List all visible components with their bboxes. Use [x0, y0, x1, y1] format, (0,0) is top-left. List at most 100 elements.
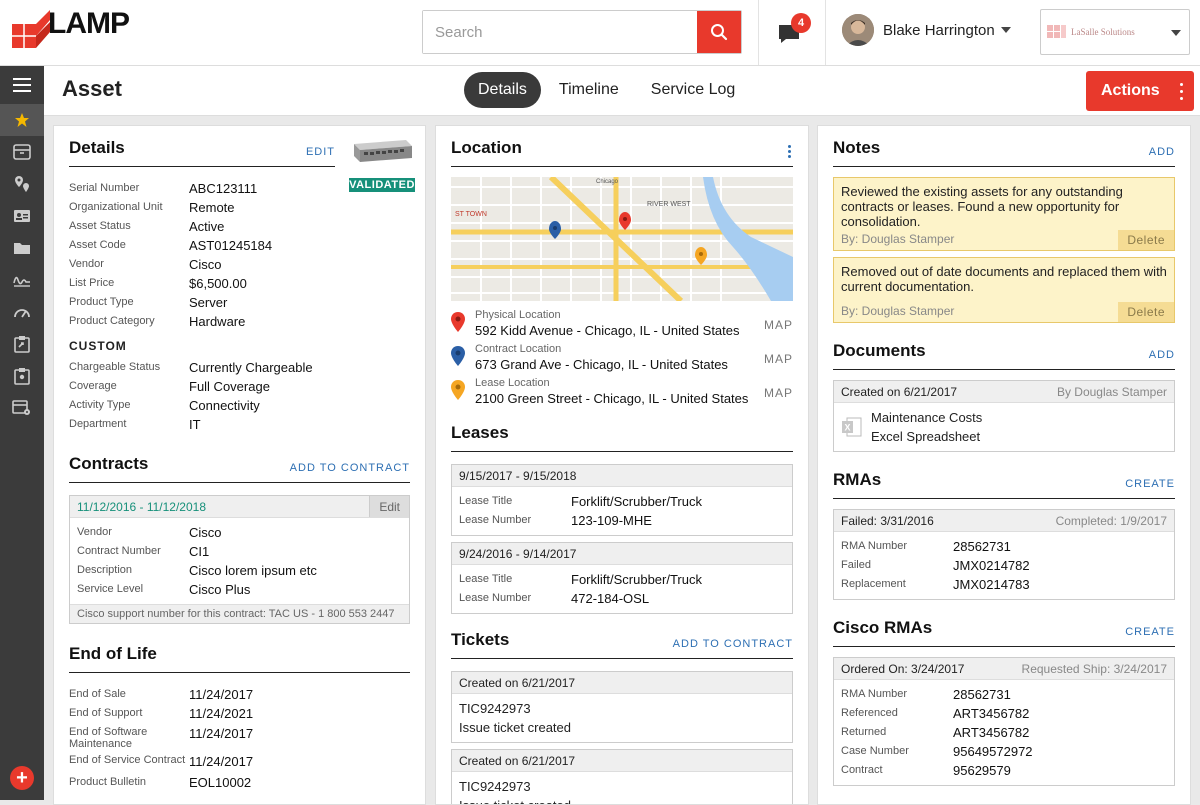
ticket-description: Issue ticket created [459, 796, 785, 804]
add-new-button[interactable]: + [10, 766, 34, 790]
field-row: Lease Title Forklift/Scrubber/Truck [459, 570, 785, 589]
field-value: 28562731 [953, 539, 1011, 554]
field-label: Lease Number [459, 514, 532, 526]
field-row: RMA Number 28562731 [841, 537, 1167, 556]
field-label: Returned [841, 726, 887, 738]
star-icon [15, 113, 29, 127]
field-value: 11/24/2017 [189, 754, 254, 769]
sidebar-item-locations[interactable] [0, 168, 44, 200]
field-row: Lease Number 472-184-OSL [459, 589, 785, 608]
map-pin-blue-icon [451, 346, 465, 366]
edit-details-link[interactable]: EDIT [306, 146, 335, 158]
document-created: Created on 6/21/2017 [841, 385, 958, 399]
add-document-link[interactable]: ADD [1149, 349, 1175, 361]
search-icon [711, 24, 728, 41]
field-label: Failed [841, 559, 871, 571]
cisco-rma-card[interactable]: Ordered On: 3/24/2017 Requested Ship: 3/… [833, 657, 1175, 786]
add-note-link[interactable]: ADD [1149, 146, 1175, 158]
user-menu[interactable]: Blake Harrington [842, 14, 1011, 46]
location-map[interactable]: ST TOWN RIVER WEST Chicago [451, 177, 793, 301]
ticket-created: Created on 6/21/2017 [459, 676, 576, 690]
cisco-rmas-section: Cisco RMAs CREATE Ordered On: 3/24/2017 … [833, 618, 1175, 786]
menu-toggle-button[interactable] [0, 66, 44, 104]
clipboard-pin-icon [14, 368, 30, 385]
sidebar-item-favorites[interactable] [0, 104, 44, 136]
sidebar-item-dashboard[interactable] [0, 296, 44, 328]
tab-timeline[interactable]: Timeline [545, 72, 633, 108]
ticket-card[interactable]: Created on 6/21/2017 TIC9242973 Issue ti… [451, 749, 793, 804]
tab-details[interactable]: Details [464, 72, 541, 108]
rma-card[interactable]: Failed: 3/31/2016 Completed: 1/9/2017 RM… [833, 509, 1175, 600]
add-ticket-link[interactable]: ADD TO CONTRACT [673, 638, 793, 650]
ticket-id: TIC9242973 [459, 701, 531, 716]
field-label: Lease Title [459, 573, 513, 585]
map-link[interactable]: MAP [764, 352, 793, 366]
page-header: Asset Details Timeline Service Log Actio… [44, 66, 1200, 116]
edit-contract-button[interactable]: Edit [369, 496, 409, 517]
map-link[interactable]: MAP [764, 318, 793, 332]
field-label: Case Number [841, 745, 909, 757]
field-value: JMX0214782 [953, 558, 1030, 573]
sidebar-item-contacts[interactable] [0, 200, 44, 232]
field-row: Vendor Cisco [69, 255, 410, 274]
field-value: 28562731 [953, 687, 1011, 702]
serial-number-link[interactable]: ABC123111 [189, 179, 257, 198]
notifications-button[interactable]: 4 [775, 13, 811, 46]
physical-location-link[interactable]: 592 Kidd Avenue - Chicago, IL - United S… [475, 322, 740, 339]
avatar [842, 14, 874, 46]
actions-label: Actions [1101, 82, 1160, 99]
create-cisco-rma-link[interactable]: CREATE [1125, 626, 1175, 638]
field-value: Cisco [189, 525, 222, 540]
sidebar-item-folders[interactable] [0, 232, 44, 264]
contract-number-link[interactable]: CI1 [189, 542, 209, 561]
sidebar-item-site-tasks[interactable] [0, 360, 44, 392]
gauge-icon [14, 309, 30, 318]
ticket-card[interactable]: Created on 6/21/2017 TIC9242973 Issue ti… [451, 671, 793, 743]
sidebar-item-settings[interactable] [0, 392, 44, 424]
field-value: Forklift/Scrubber/Truck [571, 494, 702, 509]
document-card[interactable]: Created on 6/21/2017 By Douglas Stamper … [833, 380, 1175, 452]
field-label: Lease Number [459, 592, 532, 604]
field-value: 95629579 [953, 763, 1011, 778]
network-switch-icon [354, 140, 412, 162]
lamp-logo[interactable]: LAMP [12, 7, 130, 50]
sidebar-item-contracts[interactable] [0, 264, 44, 296]
lease-card[interactable]: 9/15/2017 - 9/15/2018 Lease Title Forklif… [451, 464, 793, 536]
delete-note-button[interactable]: Delete [1118, 302, 1174, 322]
field-label: Product Category [69, 315, 155, 327]
lease-card[interactable]: 9/24/2016 - 9/14/2017 Lease Title Forklif… [451, 542, 793, 614]
note-text: Removed out of date documents and replac… [841, 264, 1167, 294]
map-link[interactable]: MAP [764, 386, 793, 400]
field-row: Asset Code AST01245184 [69, 236, 410, 255]
sidebar-item-tasks[interactable] [0, 328, 44, 360]
field-row: End of Support 11/24/2021 [69, 704, 410, 723]
field-label: Contract Number [77, 545, 161, 557]
rma-ordered-date: Ordered On: 3/24/2017 [841, 662, 965, 676]
tab-service-log[interactable]: Service Log [637, 72, 750, 108]
add-to-contract-link[interactable]: ADD TO CONTRACT [290, 462, 410, 474]
field-value: ART3456782 [953, 706, 1030, 721]
create-rma-link[interactable]: CREATE [1125, 478, 1175, 490]
search-input[interactable] [423, 11, 697, 53]
map-pin-red-icon [451, 312, 465, 332]
ticket-created: Created on 6/21/2017 [459, 754, 576, 768]
details-title: Details [69, 138, 125, 157]
rma-requested-ship-date: Requested Ship: 3/24/2017 [1021, 662, 1167, 676]
field-row: End of Software Maintenance 11/24/2017 [69, 726, 410, 750]
search-button[interactable] [697, 11, 741, 53]
note-card: Reviewed the existing assets for any out… [833, 177, 1175, 251]
field-label: Chargeable Status [69, 361, 161, 373]
field-value: 11/24/2017 [189, 687, 254, 702]
cisco-rmas-title: Cisco RMAs [833, 618, 933, 637]
actions-button[interactable]: Actions [1086, 71, 1194, 111]
field-row: Product Bulletin EOL10002 [69, 773, 410, 792]
field-value: 11/24/2017 [189, 726, 254, 741]
sidebar-item-inventory[interactable] [0, 136, 44, 168]
more-vertical-icon[interactable] [788, 145, 793, 158]
custom-fields: Chargeable Status Currently Chargeable Co… [69, 358, 410, 434]
product-bulletin-link[interactable]: EOL10002 [189, 773, 251, 792]
neighborhood-label: RIVER WEST [647, 201, 691, 208]
company-selector[interactable]: LaSalle Solutions [1040, 9, 1190, 55]
delete-note-button[interactable]: Delete [1118, 230, 1174, 250]
contracts-title: Contracts [69, 454, 149, 473]
